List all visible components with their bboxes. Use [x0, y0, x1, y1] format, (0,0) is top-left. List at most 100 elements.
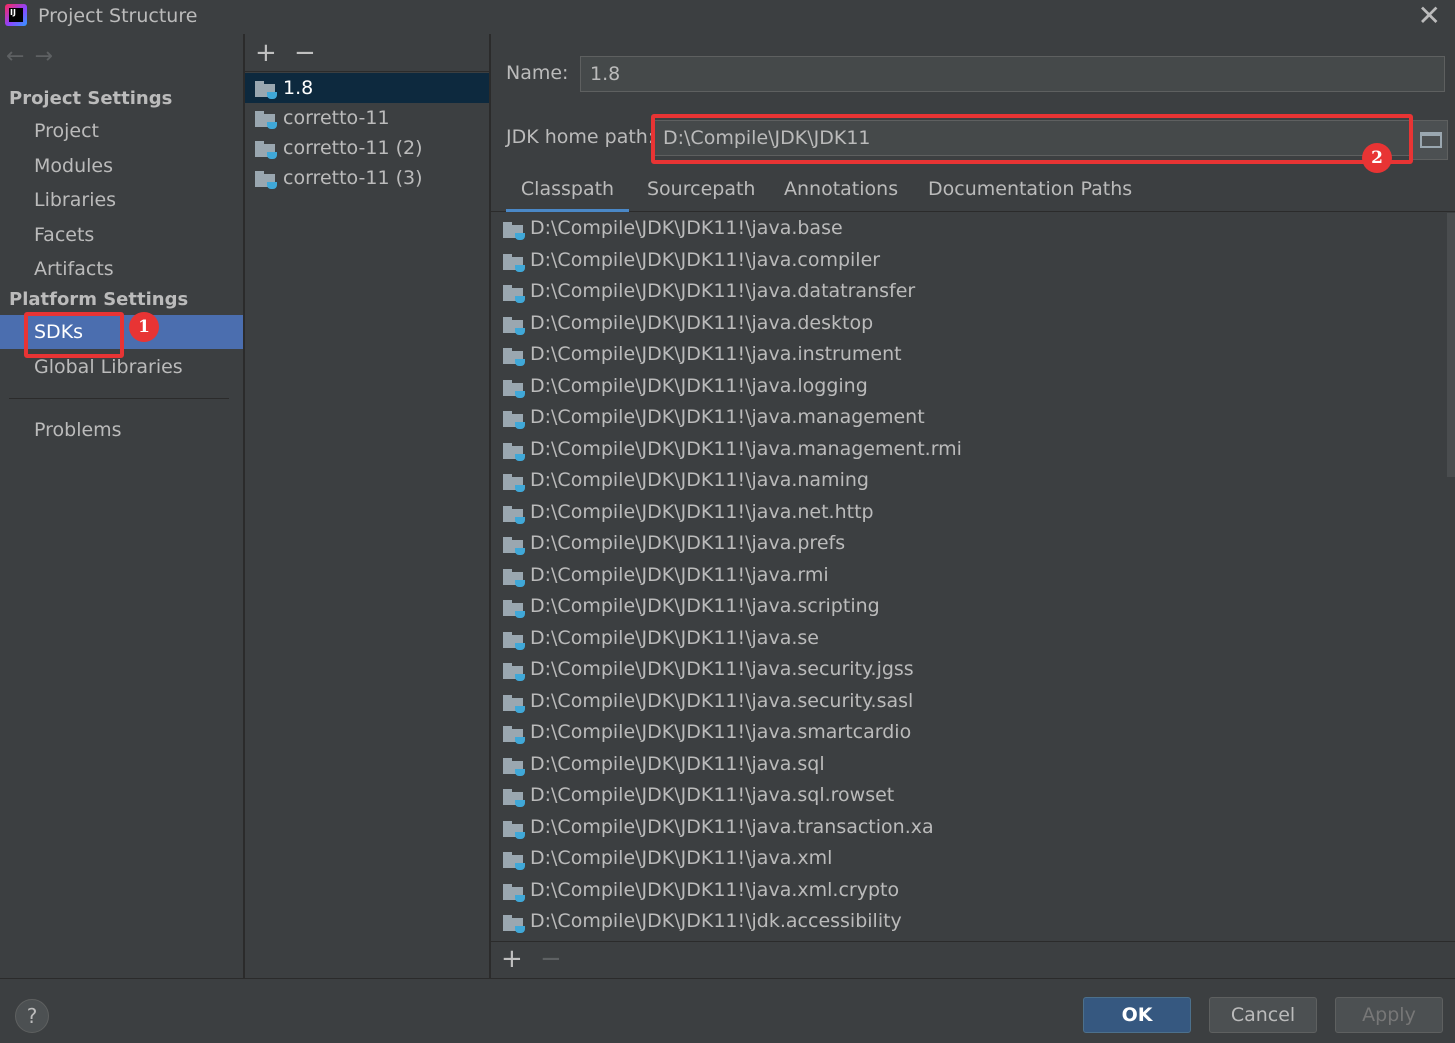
nav-item-project[interactable]: Project: [0, 114, 243, 148]
classpath-row[interactable]: D:\Compile\JDK\JDK11!\java.instrument: [491, 339, 1455, 371]
project-settings-heading: Project Settings: [9, 88, 173, 109]
classpath-entry-label: D:\Compile\JDK\JDK11!\java.xml: [530, 847, 833, 869]
sdk-item[interactable]: corretto-11 (2): [245, 133, 489, 163]
classpath-row[interactable]: D:\Compile\JDK\JDK11!\java.smartcardio: [491, 717, 1455, 749]
module-folder-icon: [503, 505, 525, 524]
module-folder-icon: [503, 411, 525, 429]
classpath-row[interactable]: D:\Compile\JDK\JDK11!\java.datatransfer: [491, 276, 1455, 308]
module-folder-icon: [503, 631, 525, 650]
history-arrows: ←→: [6, 44, 63, 69]
classpath-row[interactable]: D:\Compile\JDK\JDK11!\java.xml: [491, 843, 1455, 875]
classpath-entry-label: D:\Compile\JDK\JDK11!\java.management.rm…: [530, 437, 962, 460]
classpath-row[interactable]: D:\Compile\JDK\JDK11!\java.security.sasl: [491, 686, 1455, 718]
classpath-list: D:\Compile\JDK\JDK11!\java.base D:\Compil…: [491, 213, 1455, 941]
module-folder-icon: [503, 789, 525, 807]
platform-settings-heading: Platform Settings: [9, 289, 189, 310]
cancel-button[interactable]: Cancel: [1209, 997, 1317, 1033]
arrow-right-icon[interactable]: →: [34, 44, 62, 69]
nav-item-modules[interactable]: Modules: [0, 149, 243, 183]
annotation-badge-1: 1: [129, 312, 159, 342]
classpath-row[interactable]: D:\Compile\JDK\JDK11!\java.scripting: [491, 591, 1455, 623]
classpath-row[interactable]: D:\Compile\JDK\JDK11!\java.prefs: [491, 528, 1455, 560]
nav-item-problems[interactable]: Problems: [0, 413, 243, 447]
name-field[interactable]: 1.8: [580, 56, 1445, 92]
module-folder-icon: [503, 285, 525, 303]
add-classpath-button[interactable]: +: [501, 944, 523, 974]
sdk-list-panel: + − 1.8 corretto-11 corretto-11 (2) corr…: [245, 34, 489, 978]
classpath-entry-label: D:\Compile\JDK\JDK11!\java.compiler: [530, 248, 881, 271]
module-folder-icon: [503, 316, 525, 335]
sdk-tabs: Classpath Sourcepath Annotations Documen…: [491, 174, 1455, 212]
module-folder-icon: [503, 253, 525, 272]
classpath-entry-label: D:\Compile\JDK\JDK11!\jdk.accessibility: [530, 910, 902, 932]
classpath-row[interactable]: D:\Compile\JDK\JDK11!\java.logging: [491, 371, 1455, 403]
classpath-row[interactable]: D:\Compile\JDK\JDK11!\java.management.rm…: [491, 434, 1455, 466]
classpath-entry-label: D:\Compile\JDK\JDK11!\java.security.jgss: [530, 658, 914, 680]
classpath-entry-label: D:\Compile\JDK\JDK11!\java.naming: [530, 469, 869, 491]
apply-button[interactable]: Apply: [1335, 997, 1443, 1033]
module-folder-icon: [503, 442, 525, 461]
classpath-row[interactable]: D:\Compile\JDK\JDK11!\java.transaction.x…: [491, 812, 1455, 844]
classpath-entry-label: D:\Compile\JDK\JDK11!\java.desktop: [530, 311, 874, 334]
tab-classpath[interactable]: Classpath: [506, 178, 629, 212]
module-folder-icon: [503, 915, 525, 933]
remove-classpath-button[interactable]: −: [540, 944, 562, 974]
sdk-item[interactable]: corretto-11: [245, 103, 489, 133]
classpath-row[interactable]: D:\Compile\JDK\JDK11!\java.management: [491, 402, 1455, 434]
classpath-row[interactable]: D:\Compile\JDK\JDK11!\java.net.http: [491, 497, 1455, 529]
browse-folder-icon[interactable]: [1412, 120, 1448, 160]
nav-item-artifacts[interactable]: Artifacts: [0, 252, 243, 286]
classpath-row[interactable]: D:\Compile\JDK\JDK11!\java.security.jgss: [491, 654, 1455, 686]
classpath-entry-label: D:\Compile\JDK\JDK11!\java.sql: [530, 752, 825, 775]
module-folder-icon: [503, 757, 525, 776]
arrow-left-icon[interactable]: ←: [6, 44, 34, 69]
classpath-row[interactable]: D:\Compile\JDK\JDK11!\java.sql: [491, 749, 1455, 781]
annotation-badge-2: 2: [1362, 143, 1392, 173]
classpath-entry-label: D:\Compile\JDK\JDK11!\java.instrument: [530, 343, 902, 365]
classpath-entry-label: D:\Compile\JDK\JDK11!\java.transaction.x…: [530, 815, 934, 838]
classpath-entry-label: D:\Compile\JDK\JDK11!\java.base: [530, 217, 843, 239]
sdk-toolbar: + −: [245, 34, 489, 72]
classpath-entry-label: D:\Compile\JDK\JDK11!\java.sql.rowset: [530, 784, 895, 806]
add-sdk-button[interactable]: +: [255, 38, 277, 68]
module-folder-icon: [503, 568, 525, 587]
classpath-entry-label: D:\Compile\JDK\JDK11!\java.smartcardio: [530, 721, 912, 743]
module-folder-icon: [503, 694, 525, 713]
classpath-row[interactable]: D:\Compile\JDK\JDK11!\java.desktop: [491, 308, 1455, 340]
classpath-scrollbar[interactable]: [1447, 213, 1455, 477]
sdk-item[interactable]: 1.8: [245, 73, 489, 103]
sdk-item-label: 1.8: [283, 77, 314, 99]
classpath-row[interactable]: D:\Compile\JDK\JDK11!\java.naming: [491, 465, 1455, 497]
classpath-row[interactable]: D:\Compile\JDK\JDK11!\java.se: [491, 623, 1455, 655]
module-folder-icon: [503, 222, 525, 240]
classpath-row[interactable]: D:\Compile\JDK\JDK11!\java.base: [491, 213, 1455, 245]
tab-sourcepath[interactable]: Sourcepath: [647, 178, 755, 212]
module-folder-icon: [503, 883, 525, 902]
classpath-row[interactable]: D:\Compile\JDK\JDK11!\java.xml.crypto: [491, 875, 1455, 907]
classpath-row[interactable]: D:\Compile\JDK\JDK11!\java.rmi: [491, 560, 1455, 592]
module-folder-icon: [503, 379, 525, 398]
module-folder-icon: [503, 726, 525, 744]
classpath-row[interactable]: D:\Compile\JDK\JDK11!\java.compiler: [491, 245, 1455, 277]
module-folder-icon: [503, 600, 525, 618]
classpath-row[interactable]: D:\Compile\JDK\JDK11!\java.sql.rowset: [491, 780, 1455, 812]
close-icon[interactable]: ✕: [1418, 1, 1441, 31]
classpath-row[interactable]: D:\Compile\JDK\JDK11!\jdk.accessibility: [491, 906, 1455, 938]
jdk-home-label: JDK home path:: [506, 126, 655, 148]
sdk-item-label: corretto-11: [283, 107, 390, 129]
nav-item-libraries[interactable]: Libraries: [0, 183, 243, 217]
help-icon[interactable]: ?: [15, 999, 49, 1033]
module-folder-icon: [503, 537, 525, 555]
nav-item-facets[interactable]: Facets: [0, 218, 243, 252]
classpath-toolbar: + −: [491, 941, 1455, 978]
settings-navigation: ←→ Project Settings Project Modules Libr…: [0, 34, 243, 978]
remove-sdk-button[interactable]: −: [294, 38, 316, 68]
sdk-item[interactable]: corretto-11 (3): [245, 163, 489, 193]
tab-documentation-paths[interactable]: Documentation Paths: [928, 178, 1132, 212]
classpath-entry-label: D:\Compile\JDK\JDK11!\java.logging: [530, 374, 868, 397]
sdk-folder-icon: [255, 81, 277, 99]
ok-button[interactable]: OK: [1083, 997, 1191, 1033]
tab-annotations[interactable]: Annotations: [784, 178, 898, 212]
classpath-entry-label: D:\Compile\JDK\JDK11!\java.net.http: [530, 500, 874, 523]
sdk-item-label: corretto-11 (2): [283, 137, 423, 159]
